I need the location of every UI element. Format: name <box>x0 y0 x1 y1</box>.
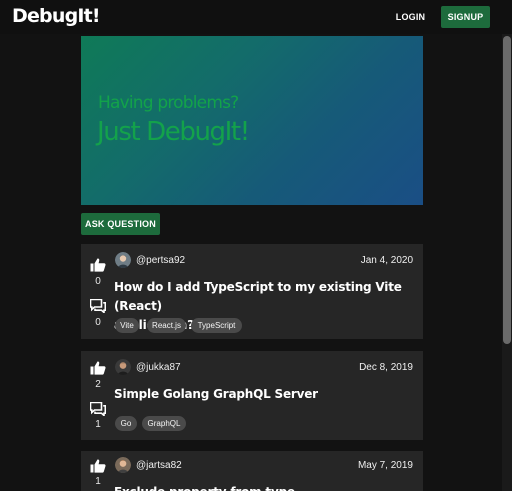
question-date: Dec 8, 2019 <box>359 362 413 373</box>
like-count: 2 <box>95 379 101 390</box>
question-title-line: Simple Golang GraphQL Server <box>114 387 318 401</box>
login-button[interactable]: LOGIN <box>390 6 431 28</box>
tag-chip[interactable]: React.js <box>147 318 186 333</box>
like-count: 0 <box>95 276 101 287</box>
avatar[interactable] <box>115 359 131 375</box>
answer-count: 0 <box>95 317 101 328</box>
question-card[interactable]: 2 1 @jukka87 Dec 8, 2019 Simple Golang G… <box>81 351 423 440</box>
question-card[interactable]: 1 @jartsa82 May 7, 2019 Exclude property… <box>81 451 423 491</box>
tag-chip[interactable]: Go <box>115 416 137 431</box>
question-card[interactable]: 0 0 @pertsa92 Jan 4, 2020 How do I add T… <box>81 244 423 339</box>
author-username[interactable]: @jartsa82 <box>136 460 182 471</box>
thumbs-up-icon[interactable] <box>90 459 106 473</box>
thumbs-up-icon[interactable] <box>90 361 106 375</box>
tag-chip[interactable]: Vite <box>115 318 139 333</box>
site-logo[interactable]: DebugIt! <box>12 5 101 27</box>
hero-subtitle: Having problems? <box>98 93 239 113</box>
comments-icon[interactable] <box>90 299 106 313</box>
question-date: May 7, 2019 <box>357 460 413 471</box>
question-date: Jan 4, 2020 <box>360 255 413 266</box>
signup-button[interactable]: SIGNUP <box>441 6 490 28</box>
author-username[interactable]: @pertsa92 <box>136 255 185 266</box>
question-title[interactable]: Exclude property from type <box>114 483 414 491</box>
question-title[interactable]: Simple Golang GraphQL Server <box>114 385 414 404</box>
tag-chip[interactable]: TypeScript <box>191 318 242 333</box>
question-title-line: Exclude property from type <box>114 483 414 491</box>
answer-count: 1 <box>95 419 101 430</box>
author-username[interactable]: @jukka87 <box>136 362 181 373</box>
comments-icon[interactable] <box>90 402 106 416</box>
scrollbar-thumb[interactable] <box>503 36 511 344</box>
avatar[interactable] <box>115 252 131 268</box>
tag-chip[interactable]: GraphQL <box>142 416 186 431</box>
like-count: 1 <box>95 476 101 487</box>
question-title-line: How do I add TypeScript to my existing V… <box>114 280 402 313</box>
avatar[interactable] <box>115 457 131 473</box>
hero-title: Just DebugIt! <box>97 117 250 147</box>
thumbs-up-icon[interactable] <box>90 258 106 272</box>
ask-question-button[interactable]: ASK QUESTION <box>81 213 160 235</box>
